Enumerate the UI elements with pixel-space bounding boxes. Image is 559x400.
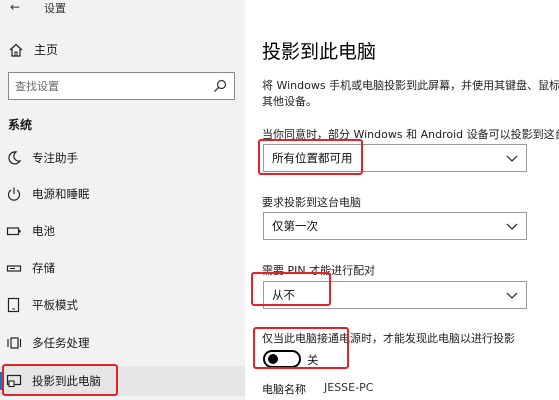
pin-dropdown[interactable]: 从不 — [263, 281, 527, 309]
sidebar-item-label: 主页 — [34, 43, 59, 57]
ask-to-project-label: 要求投影到这台电脑 — [262, 196, 361, 209]
chevron-down-icon — [506, 223, 518, 230]
pc-name-label: 电脑名称 — [262, 383, 306, 396]
sidebar-item-multitasking[interactable]: 多任务处理 — [0, 328, 245, 358]
sidebar-item-label: 存储 — [32, 261, 55, 275]
sidebar-item-tablet-mode[interactable]: 平板模式 — [0, 290, 245, 320]
battery-icon — [6, 227, 21, 236]
search-box[interactable] — [8, 72, 235, 100]
settings-sidebar: ← 设置 主页 系统 专注助手 电源和睡眠 电池 — [0, 0, 245, 400]
toggle-state-label: 关 — [307, 353, 319, 367]
sidebar-item-home[interactable]: 主页 — [0, 38, 245, 62]
section-title: 系统 — [8, 118, 33, 132]
pin-value: 从不 — [272, 288, 295, 302]
page-title: 投影到此电脑 — [262, 41, 377, 63]
search-input[interactable] — [9, 73, 199, 99]
back-arrow-icon[interactable]: ← — [10, 0, 20, 14]
sidebar-item-label: 电池 — [32, 224, 55, 238]
moon-icon — [8, 151, 22, 165]
ask-to-project-dropdown[interactable]: 仅第一次 — [263, 212, 527, 240]
sidebar-item-project-to-pc[interactable]: 投影到此电脑 — [0, 366, 245, 396]
tablet-icon — [7, 297, 20, 313]
pin-label: 需要 PIN 才能进行配对 — [262, 264, 376, 277]
project-icon — [6, 374, 22, 388]
sidebar-item-label: 专注助手 — [32, 151, 78, 165]
sidebar-item-focus-assist[interactable]: 专注助手 — [0, 143, 245, 173]
ask-to-project-value: 仅第一次 — [272, 219, 318, 233]
page-description: 将 Windows 手机或电脑投影到此屏幕，并使用其键盘、鼠标和其他设备。 — [262, 79, 559, 108]
storage-icon — [6, 265, 22, 272]
toggle-knob — [268, 354, 278, 364]
search-icon[interactable] — [213, 79, 227, 93]
availability-label: 当你同意时，部分 Windows 和 Android 设备可以投影到这台电脑 — [262, 128, 559, 141]
sidebar-item-label: 电源和睡眠 — [32, 187, 90, 201]
sidebar-item-label: 多任务处理 — [32, 336, 90, 350]
settings-main-pane: 投影到此电脑 将 Windows 手机或电脑投影到此屏幕，并使用其键盘、鼠标和其… — [245, 0, 559, 400]
chevron-down-icon — [506, 292, 518, 299]
sidebar-item-label: 平板模式 — [32, 298, 78, 312]
power-discover-label: 仅当此电脑接通电源时，才能发现此电脑以进行投影 — [262, 332, 515, 345]
power-icon — [7, 187, 21, 201]
sidebar-item-storage[interactable]: 存储 — [0, 253, 245, 283]
availability-value: 所有位置都可用 — [272, 151, 353, 165]
multitask-icon — [7, 337, 22, 349]
sidebar-item-battery[interactable]: 电池 — [0, 216, 245, 246]
home-icon — [9, 43, 23, 57]
pc-name-value: JESSE-PC — [324, 381, 374, 394]
chevron-down-icon — [506, 155, 518, 162]
sidebar-item-label: 投影到此电脑 — [32, 374, 101, 388]
pc-name-row: 电脑名称 JESSE-PC — [262, 381, 373, 397]
power-discover-toggle[interactable] — [263, 350, 301, 368]
availability-dropdown[interactable]: 所有位置都可用 — [263, 144, 527, 172]
app-title: 设置 — [44, 2, 66, 15]
sidebar-item-power-sleep[interactable]: 电源和睡眠 — [0, 179, 245, 209]
